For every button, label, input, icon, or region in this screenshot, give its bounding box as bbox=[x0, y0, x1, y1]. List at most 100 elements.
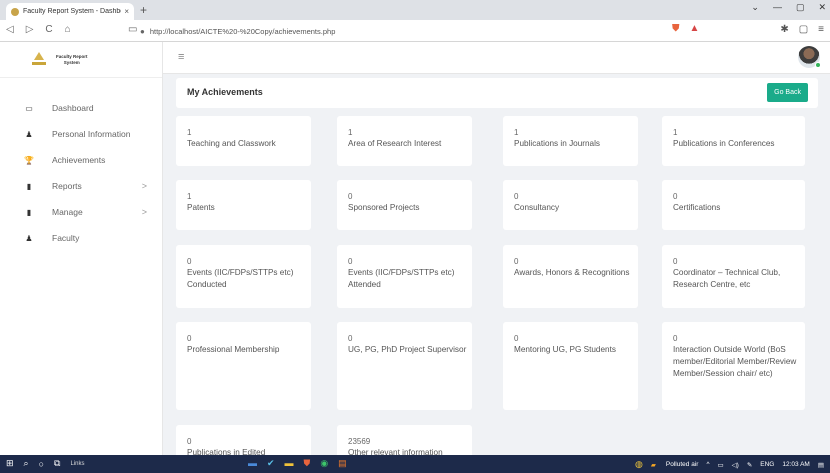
online-status-icon bbox=[815, 62, 821, 68]
achievement-card[interactable]: 0 Events (IIC/FDPs/STTPs etc) Attended bbox=[337, 245, 472, 308]
menu-icon[interactable]: ≡ bbox=[818, 24, 824, 35]
file-explorer-icon[interactable]: ▬ bbox=[285, 458, 294, 469]
sidebar-item-label: Manage bbox=[52, 207, 83, 217]
achievement-card[interactable]: 0 Sponsored Projects bbox=[337, 180, 472, 230]
address-bar-row: ◁ ▷ C ⌂ ▭ ● http://localhost/AICTE%20-%2… bbox=[0, 20, 830, 42]
nav-buttons: ◁ ▷ C ⌂ bbox=[6, 24, 71, 35]
achievement-card[interactable]: 0 Professional Membership bbox=[176, 322, 311, 410]
extensions-icon[interactable]: ✱ bbox=[780, 24, 788, 35]
trophy-icon: 🏆 bbox=[24, 155, 34, 165]
back-icon[interactable]: ◁ bbox=[6, 24, 14, 35]
achievement-card[interactable]: 1 Area of Research Interest bbox=[337, 116, 472, 166]
notification-icon[interactable]: ▤ bbox=[818, 461, 824, 469]
achievement-card[interactable]: 0 Awards, Honors & Recognitions bbox=[503, 245, 638, 308]
close-window-icon[interactable]: ✕ bbox=[818, 2, 826, 13]
windows-taskbar: ⊞ ⌕ ○ ⧉ Links ▬ ✔ ▬ ⛊ ◉ ▤ ◍ ▰ Polluted a… bbox=[0, 455, 830, 473]
brave-browser-icon[interactable]: ⛊ bbox=[304, 458, 311, 469]
sidebar-toggle-icon[interactable]: ▢ bbox=[799, 24, 808, 35]
sidebar-item-manage[interactable]: ▮ Manage > bbox=[0, 199, 163, 225]
rewards-icon[interactable]: ▲ bbox=[690, 23, 700, 34]
url-field[interactable]: ● http://localhost/AICTE%20-%20Copy/achi… bbox=[140, 23, 760, 39]
achievement-card[interactable]: 0 Coordinator – Technical Club, Research … bbox=[662, 245, 805, 308]
minimize-icon[interactable]: — bbox=[773, 2, 782, 13]
achievement-label: Other relevant information bbox=[348, 448, 443, 455]
achievement-card[interactable]: 1 Patents bbox=[176, 180, 311, 230]
sidebar-item-faculty[interactable]: ♟ Faculty bbox=[0, 225, 163, 251]
achievements-header-card: My Achievements Go Back bbox=[176, 78, 818, 108]
forward-icon[interactable]: ▷ bbox=[26, 24, 34, 35]
achievement-count: 1 bbox=[187, 128, 192, 137]
brand-title: Faculty Report System bbox=[56, 53, 88, 65]
brave-shield-icon[interactable]: ⛊ bbox=[672, 23, 680, 34]
info-icon[interactable]: ● bbox=[140, 27, 145, 36]
sidebar-item-dashboard[interactable]: ▭ Dashboard bbox=[0, 95, 163, 121]
maximize-icon[interactable]: ▢ bbox=[796, 2, 805, 13]
chevron-down-icon[interactable]: ⌄ bbox=[751, 2, 759, 13]
clock[interactable]: 12:03 AM bbox=[782, 461, 809, 468]
sidebar-item-label: Dashboard bbox=[52, 103, 94, 113]
achievement-label: Consultancy bbox=[514, 203, 560, 212]
windows-start-icon[interactable]: ⊞ bbox=[6, 458, 14, 469]
go-back-button[interactable]: Go Back bbox=[767, 83, 808, 102]
sidebar-item-label: Reports bbox=[52, 181, 82, 191]
sidebar: Faculty Report System ▭ Dashboard ♟ Persona… bbox=[0, 42, 163, 455]
achievement-count: 1 bbox=[673, 128, 678, 137]
achievement-label: Coordinator – Technical Club, Research C… bbox=[673, 268, 781, 289]
avatar[interactable] bbox=[798, 46, 821, 68]
taskbar-apps: ▬ ✔ ▬ ⛊ ◉ ▤ bbox=[248, 458, 347, 469]
main-content: My Achievements Go Back 1 Teaching and Cl… bbox=[163, 74, 830, 455]
volume-icon[interactable]: ◁) bbox=[732, 461, 739, 469]
achievement-count: 0 bbox=[514, 257, 519, 266]
achievement-label: Teaching and Classwork bbox=[187, 139, 276, 148]
achievement-card[interactable]: 1 Teaching and Classwork bbox=[176, 116, 311, 166]
achievement-card[interactable]: 0 Interaction Outside World (BoS member/E… bbox=[662, 322, 805, 410]
chevron-right-icon: > bbox=[141, 181, 147, 191]
sidebar-item-label: Achievements bbox=[52, 155, 106, 165]
browser-tab[interactable]: Faculty Report System - Dashboo × bbox=[6, 3, 134, 20]
achievement-card[interactable]: 23569 Other relevant information bbox=[337, 425, 472, 455]
whatsapp-icon[interactable]: ◉ bbox=[320, 458, 328, 469]
weather-text[interactable]: Polluted air bbox=[666, 461, 699, 468]
achievement-count: 0 bbox=[187, 437, 192, 446]
achievement-label: Interaction Outside World (BoS member/Ed… bbox=[673, 345, 797, 378]
brand[interactable]: Faculty Report System bbox=[0, 42, 162, 78]
task-view-icon[interactable]: ⧉ bbox=[54, 458, 60, 469]
achievement-card[interactable]: 1 Publications in Journals bbox=[503, 116, 638, 166]
app-icon[interactable]: ▬ bbox=[248, 458, 257, 469]
achievement-label: Events (IIC/FDPs/STTPs etc) Conducted bbox=[187, 268, 294, 289]
hamburger-icon[interactable]: ≡ bbox=[178, 51, 184, 63]
achievement-card[interactable]: 0 Consultancy bbox=[503, 180, 638, 230]
app-icon[interactable]: ✔ bbox=[267, 458, 275, 469]
cortana-icon[interactable]: ○ bbox=[39, 459, 44, 469]
file-icon: ▮ bbox=[26, 207, 32, 217]
achievement-card[interactable]: 0 Certifications bbox=[662, 180, 805, 230]
achievement-count: 0 bbox=[348, 334, 353, 343]
sidebar-item-achievements[interactable]: 🏆 Achievements bbox=[0, 147, 163, 173]
sidebar-item-label: Personal Information bbox=[52, 129, 131, 139]
app-icon[interactable]: ▤ bbox=[338, 458, 347, 469]
chevron-up-icon[interactable]: ^ bbox=[706, 461, 709, 468]
achievement-count: 0 bbox=[673, 192, 678, 201]
chrome-icon[interactable]: ◍ bbox=[635, 459, 643, 470]
reload-icon[interactable]: C bbox=[45, 24, 52, 35]
achievement-card[interactable]: 0 Events (IIC/FDPs/STTPs etc) Conducted bbox=[176, 245, 311, 308]
achievement-count: 0 bbox=[673, 334, 678, 343]
battery-icon[interactable]: ▭ bbox=[718, 461, 724, 469]
sidebar-item-reports[interactable]: ▮ Reports > bbox=[0, 173, 163, 199]
home-icon[interactable]: ⌂ bbox=[65, 24, 71, 35]
sidebar-item-personal-information[interactable]: ♟ Personal Information bbox=[0, 121, 163, 147]
weather-icon[interactable]: ▰ bbox=[651, 461, 656, 469]
pen-icon[interactable]: ✎ bbox=[747, 461, 752, 469]
achievement-card[interactable]: 1 Publications in Conferences bbox=[662, 116, 805, 166]
bookmark-icon[interactable]: ▭ bbox=[128, 24, 137, 35]
achievement-label: Events (IIC/FDPs/STTPs etc) Attended bbox=[348, 268, 455, 289]
close-tab-icon[interactable]: × bbox=[124, 7, 129, 16]
achievement-card[interactable]: 0 Mentoring UG, PG Students bbox=[503, 322, 638, 410]
search-icon[interactable]: ⌕ bbox=[24, 458, 29, 469]
links-toolbar[interactable]: Links bbox=[70, 461, 84, 467]
new-tab-button[interactable]: + bbox=[140, 3, 147, 17]
achievement-card[interactable]: 0 UG, PG, PhD Project Supervisor bbox=[337, 322, 472, 410]
language[interactable]: ENG bbox=[760, 461, 774, 468]
achievement-card[interactable]: 0 Publications in Edited bbox=[176, 425, 311, 455]
achievement-count: 1 bbox=[514, 128, 519, 137]
